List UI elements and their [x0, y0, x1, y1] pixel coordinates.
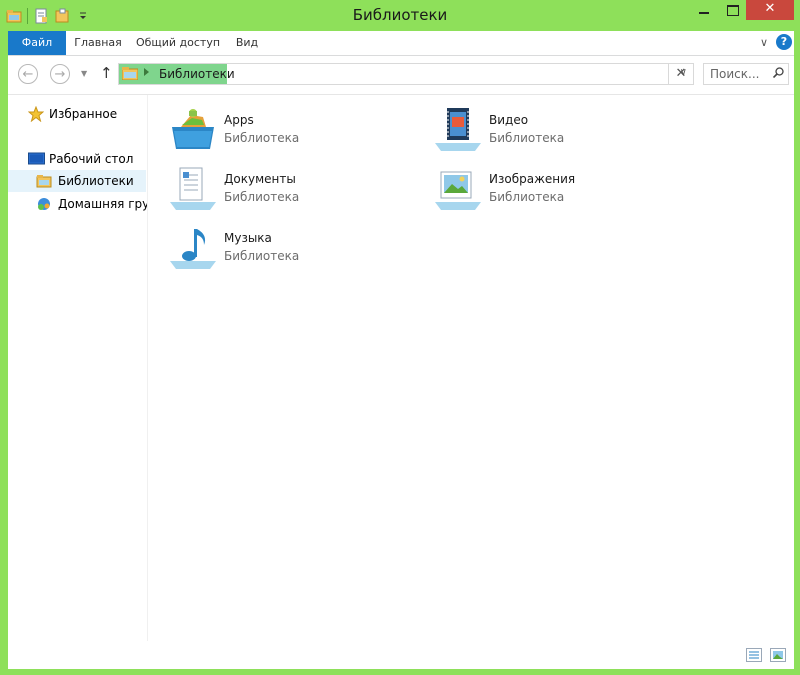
library-folder-icon: [121, 67, 139, 81]
library-type: Библиотека: [489, 190, 565, 204]
music-library-icon: [168, 223, 218, 273]
library-name: Документы: [224, 172, 296, 186]
library-name: Видео: [489, 113, 529, 127]
sidebar-item-label: Избранное: [49, 107, 118, 121]
back-button[interactable]: ←: [18, 64, 38, 84]
tab-home[interactable]: Главная: [70, 31, 126, 55]
search-placeholder: Поиск...: [710, 67, 760, 81]
up-button[interactable]: ↑: [100, 64, 113, 82]
library-name: Apps: [224, 113, 254, 127]
video-library-icon: [433, 105, 483, 155]
star-icon: [27, 105, 45, 123]
library-item-apps[interactable]: Apps Библиотека: [168, 105, 418, 155]
tab-share[interactable]: Общий доступ: [134, 31, 222, 55]
forward-button[interactable]: →: [50, 64, 70, 84]
help-icon[interactable]: ?: [776, 34, 792, 50]
library-type: Библиотека: [224, 190, 300, 204]
title-bar[interactable]: Библиотеки ✕: [0, 0, 800, 31]
ribbon-controls: ∨ ?: [760, 34, 792, 50]
pictures-library-icon: [433, 164, 483, 214]
homegroup-icon: [36, 196, 52, 212]
clear-address-icon[interactable]: ✕: [668, 63, 693, 85]
content-area: Избранное Рабочий стол Библиотеки Домашн…: [8, 95, 794, 669]
breadcrumb-arrow-icon[interactable]: [144, 68, 149, 76]
library-name: Музыка: [224, 231, 272, 245]
close-icon: ✕: [764, 1, 776, 16]
breadcrumb[interactable]: Библиотеки: [159, 67, 235, 81]
address-bar[interactable]: Библиотеки ∨: [118, 63, 694, 85]
status-bar: [8, 641, 794, 669]
library-type: Библиотека: [224, 131, 300, 145]
recent-locations-icon[interactable]: ▼: [81, 69, 87, 78]
maximize-button[interactable]: [718, 0, 746, 20]
navigation-bar: ← → ▼ ↑ Библиотеки ∨ ✕ Поиск...: [8, 56, 794, 95]
expand-ribbon-icon[interactable]: ∨: [760, 36, 768, 49]
sidebar-item-favorites[interactable]: Избранное: [8, 103, 147, 125]
large-icons-view-icon[interactable]: [770, 648, 786, 662]
tab-view[interactable]: Вид: [230, 31, 264, 55]
documents-library-icon: [168, 164, 218, 214]
explorer-window: Библиотеки ✕ Файл Главная Общий доступ В…: [0, 0, 800, 675]
library-grid: Apps Библиотека Видео Библиотека Докумен…: [168, 105, 788, 305]
sidebar-item-homegroup[interactable]: Домашняя группа: [8, 193, 147, 215]
sidebar-item-desktop[interactable]: Рабочий стол: [8, 148, 147, 170]
library-item-pictures[interactable]: Изображения Библиотека: [433, 164, 683, 214]
navigation-pane: Избранное Рабочий стол Библиотеки Домашн…: [8, 95, 148, 641]
sidebar-item-libraries[interactable]: Библиотеки: [8, 170, 146, 192]
sidebar-item-label: Библиотеки: [58, 174, 134, 188]
maximize-icon: [727, 5, 739, 16]
library-item-video[interactable]: Видео Библиотека: [433, 105, 683, 155]
library-item-music[interactable]: Музыка Библиотека: [168, 223, 418, 273]
library-name: Изображения: [489, 172, 576, 186]
library-type: Библиотека: [489, 131, 565, 145]
library-item-documents[interactable]: Документы Библиотека: [168, 164, 418, 214]
ribbon-tabs: Файл Главная Общий доступ Вид ∨ ?: [8, 31, 794, 56]
window-title: Библиотеки: [352, 6, 448, 24]
sidebar-item-label: Домашняя группа: [58, 197, 147, 211]
desktop-icon: [28, 151, 45, 167]
library-type: Библиотека: [224, 249, 300, 263]
search-icon: [772, 67, 784, 79]
search-input[interactable]: Поиск...: [703, 63, 789, 85]
apps-library-icon: [168, 105, 218, 155]
close-button[interactable]: ✕: [746, 0, 794, 20]
tab-file[interactable]: Файл: [8, 31, 66, 55]
minimize-button[interactable]: [690, 0, 718, 20]
window-controls: ✕: [690, 0, 794, 20]
library-folder-icon: [36, 173, 52, 189]
minimize-icon: [699, 12, 709, 14]
details-view-icon[interactable]: [746, 648, 762, 662]
sidebar-item-label: Рабочий стол: [49, 152, 134, 166]
